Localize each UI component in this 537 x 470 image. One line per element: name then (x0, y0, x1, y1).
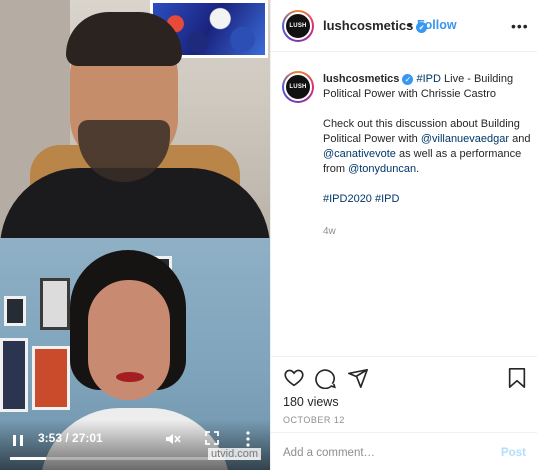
picture-frame (4, 296, 26, 326)
guest-face (88, 280, 170, 400)
video-time: 3:53 / 27:01 (38, 431, 103, 445)
avatar[interactable]: LUSH (282, 10, 314, 42)
guest-video-feed-top (0, 0, 270, 238)
more-vertical-icon[interactable] (241, 430, 255, 448)
username-text[interactable]: lushcosmetics (323, 18, 413, 33)
mention-link[interactable]: @canativevote (323, 148, 396, 160)
header-separator: • (408, 18, 413, 32)
post-caption: lushcosmetics ✓ #IPD Live - Building Poli… (323, 72, 531, 222)
caption-body: Check out this discussion about Building… (323, 117, 531, 177)
watermark: utvid.com (208, 448, 262, 460)
heart-icon[interactable] (283, 367, 305, 389)
caption-line1: lushcosmetics ✓ #IPD Live - Building Poli… (323, 72, 531, 102)
caption-text: . (416, 163, 420, 175)
live-video-player[interactable]: 3:53 / 27:01 (0, 0, 270, 470)
follow-button[interactable]: Follow (417, 18, 457, 32)
post-date: OCTOBER 12 (283, 415, 345, 425)
verified-icon: ✓ (402, 74, 414, 85)
fullscreen-icon[interactable] (204, 430, 220, 446)
comment-icon[interactable] (315, 367, 337, 390)
caption-text: and (509, 133, 531, 145)
share-icon[interactable] (347, 367, 369, 389)
picture-frame (0, 338, 28, 412)
hashtag-link[interactable]: #IPD (375, 193, 399, 205)
avatar-logo: LUSH (284, 73, 312, 101)
hashtag-link[interactable]: #IPD2020 (323, 193, 372, 205)
mute-icon[interactable] (164, 430, 182, 448)
host-hair (66, 12, 182, 66)
mention-link[interactable]: @villanuevaedgar (421, 133, 509, 145)
comment-input[interactable] (283, 447, 483, 459)
caption-hashtags: #IPD2020 #IPD (323, 192, 531, 207)
more-options-icon[interactable]: ••• (511, 18, 529, 34)
pause-icon[interactable] (10, 433, 26, 447)
post-button[interactable]: Post (501, 447, 526, 459)
avatar-logo: LUSH (284, 12, 312, 40)
post-side-panel: LUSH lushcosmetics ✓ • Follow ••• LUSH lu… (270, 0, 537, 470)
video-progress-fill (10, 457, 46, 460)
caption-username[interactable]: lushcosmetics (323, 73, 399, 85)
view-count[interactable]: 180 views (283, 395, 339, 409)
mention-link[interactable]: @tonyduncan (348, 163, 416, 175)
post-header: LUSH lushcosmetics ✓ • Follow ••• (271, 0, 537, 52)
video-controls-bar (0, 420, 270, 470)
picture-frame (32, 346, 70, 410)
guest-lips (116, 372, 144, 382)
hashtag-link[interactable]: #IPD (416, 73, 440, 85)
picture-frame (40, 278, 70, 330)
bookmark-icon[interactable] (507, 367, 529, 389)
post-age: 4w (323, 226, 336, 237)
caption-avatar[interactable]: LUSH (282, 71, 314, 103)
comment-box: Post (271, 432, 537, 470)
